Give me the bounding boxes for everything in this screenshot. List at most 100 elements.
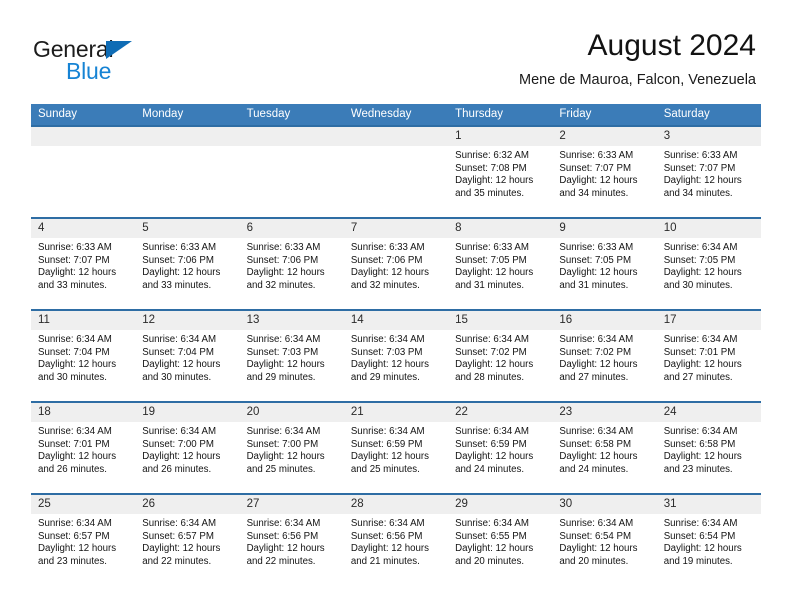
calendar-day-cell[interactable]: 11 Sunrise: 6:34 AM Sunset: 7:04 PM Dayligh…: [31, 311, 135, 401]
calendar-day-cell-empty: [344, 127, 448, 217]
day-number: 17: [663, 314, 677, 326]
sunrise-text: Sunrise: 6:34 AM: [246, 426, 321, 437]
general-blue-logo[interactable]: General Blue: [33, 38, 233, 84]
day-sun-info: Sunrise: 6:34 AM Sunset: 7:03 PM Daylight:…: [247, 334, 338, 384]
day-sun-info: Sunrise: 6:33 AM Sunset: 7:06 PM Daylight:…: [351, 242, 442, 292]
weekday-header-tuesday: Tuesday: [246, 108, 291, 120]
sunset-text: Sunset: 7:02 PM: [455, 346, 527, 358]
sunset-text: Sunset: 7:03 PM: [246, 346, 319, 358]
sunrise-text: Sunrise: 6:34 AM: [455, 334, 529, 345]
calendar-day-cell[interactable]: 20 Sunrise: 6:34 AM Sunset: 7:00 PM Dayligh…: [240, 403, 344, 493]
calendar-day-cell[interactable]: 30 Sunrise: 6:34 AM Sunset: 6:54 PM Dayligh…: [552, 495, 656, 585]
day-number: 3: [663, 130, 671, 142]
sunset-text: Sunset: 7:07 PM: [663, 162, 736, 174]
day-sun-info: Sunrise: 6:34 AM Sunset: 6:56 PM Daylight:…: [351, 518, 442, 568]
day-number: [142, 127, 233, 146]
daylight-text: Daylight: 12 hours and 33 minutes.: [38, 267, 117, 291]
day-number: 6: [246, 222, 253, 234]
sunset-text: Sunset: 7:02 PM: [559, 346, 632, 358]
sunrise-text: Sunrise: 6:33 AM: [455, 242, 529, 253]
calendar-day-cell[interactable]: 5 Sunrise: 6:33 AM Sunset: 7:06 PM Daylight…: [135, 219, 239, 309]
calendar-day-cell[interactable]: 28 Sunrise: 6:34 AM Sunset: 6:56 PM Dayligh…: [344, 495, 448, 585]
calendar-day-cell[interactable]: 15 Sunrise: 6:34 AM Sunset: 7:02 PM Dayligh…: [448, 311, 552, 401]
logo-triangle-icon: [106, 41, 132, 59]
day-number: 28: [350, 498, 364, 510]
daylight-text: Daylight: 12 hours and 29 minutes.: [350, 359, 429, 383]
sunrise-text: Sunrise: 6:34 AM: [559, 334, 634, 345]
calendar-day-cell[interactable]: 31 Sunrise: 6:34 AM Sunset: 6:54 PM Dayligh…: [657, 495, 761, 585]
sunrise-text: Sunrise: 6:34 AM: [663, 426, 738, 437]
weekday-header-row: Sunday Monday Tuesday Wednesday Thursday…: [31, 104, 761, 125]
sunrise-text: Sunrise: 6:34 AM: [38, 518, 112, 529]
weekday-header-thursday: Thursday: [455, 108, 504, 120]
day-sun-info: Sunrise: 6:34 AM Sunset: 6:56 PM Daylight:…: [247, 518, 338, 568]
daylight-text: Daylight: 12 hours and 24 minutes.: [455, 451, 534, 475]
day-sun-info: Sunrise: 6:33 AM Sunset: 7:06 PM Daylight:…: [247, 242, 338, 292]
calendar-day-cell[interactable]: 2 Sunrise: 6:33 AM Sunset: 7:07 PM Daylight…: [552, 127, 656, 217]
sunset-text: Sunset: 7:00 PM: [246, 438, 319, 450]
day-number: 16: [559, 314, 573, 326]
calendar-day-cell[interactable]: 19 Sunrise: 6:34 AM Sunset: 7:00 PM Dayligh…: [135, 403, 239, 493]
sunset-text: Sunset: 7:04 PM: [38, 346, 110, 358]
sunset-text: Sunset: 7:05 PM: [559, 254, 632, 266]
calendar-day-cell[interactable]: 18 Sunrise: 6:34 AM Sunset: 7:01 PM Dayligh…: [31, 403, 135, 493]
day-number: 18: [38, 406, 51, 418]
day-number: 25: [38, 498, 51, 510]
calendar-day-cell[interactable]: 14 Sunrise: 6:34 AM Sunset: 7:03 PM Dayligh…: [344, 311, 448, 401]
sunrise-text: Sunrise: 6:34 AM: [350, 334, 425, 345]
weekday-header-monday: Monday: [142, 108, 184, 120]
calendar-day-cell[interactable]: 7 Sunrise: 6:33 AM Sunset: 7:06 PM Daylight…: [344, 219, 448, 309]
sunrise-text: Sunrise: 6:33 AM: [38, 242, 112, 253]
daylight-text: Daylight: 12 hours and 24 minutes.: [559, 451, 638, 475]
sunset-text: Sunset: 7:07 PM: [559, 162, 632, 174]
calendar-day-cell[interactable]: 26 Sunrise: 6:34 AM Sunset: 6:57 PM Dayligh…: [135, 495, 239, 585]
day-sun-info: Sunrise: 6:34 AM Sunset: 7:00 PM Daylight:…: [247, 426, 338, 476]
calendar-day-cell[interactable]: 27 Sunrise: 6:34 AM Sunset: 6:56 PM Dayligh…: [240, 495, 344, 585]
daylight-text: Daylight: 12 hours and 25 minutes.: [350, 451, 429, 475]
calendar-day-cell[interactable]: 4 Sunrise: 6:33 AM Sunset: 7:07 PM Daylight…: [31, 219, 135, 309]
calendar-day-cell[interactable]: 22 Sunrise: 6:34 AM Sunset: 6:59 PM Dayligh…: [448, 403, 552, 493]
location-subtitle: Mene de Mauroa, Falcon, Venezuela: [519, 72, 756, 88]
day-number: 12: [142, 314, 156, 326]
calendar-day-cell[interactable]: 16 Sunrise: 6:34 AM Sunset: 7:02 PM Dayligh…: [552, 311, 656, 401]
calendar-day-cell[interactable]: 29 Sunrise: 6:34 AM Sunset: 6:55 PM Dayligh…: [448, 495, 552, 585]
calendar-day-cell[interactable]: 3 Sunrise: 6:33 AM Sunset: 7:07 PM Daylight…: [657, 127, 761, 217]
page-header: General Blue August 2024 Mene de Mauroa,…: [0, 0, 792, 100]
calendar-day-cell[interactable]: 23 Sunrise: 6:34 AM Sunset: 6:58 PM Dayligh…: [552, 403, 656, 493]
calendar-day-cell[interactable]: 24 Sunrise: 6:34 AM Sunset: 6:58 PM Dayligh…: [657, 403, 761, 493]
calendar-day-cell[interactable]: 8 Sunrise: 6:33 AM Sunset: 7:05 PM Daylight…: [448, 219, 552, 309]
sunset-text: Sunset: 6:58 PM: [559, 438, 632, 450]
calendar-day-cell[interactable]: 10 Sunrise: 6:34 AM Sunset: 7:05 PM Dayligh…: [657, 219, 761, 309]
sunset-text: Sunset: 6:57 PM: [142, 530, 214, 542]
day-number: 30: [559, 498, 573, 510]
calendar-day-cell[interactable]: 6 Sunrise: 6:33 AM Sunset: 7:06 PM Daylight…: [240, 219, 344, 309]
daylight-text: Daylight: 12 hours and 30 minutes.: [663, 267, 742, 291]
calendar-day-cell[interactable]: 12 Sunrise: 6:34 AM Sunset: 7:04 PM Dayligh…: [135, 311, 239, 401]
day-sun-info: Sunrise: 6:33 AM Sunset: 7:05 PM Daylight:…: [455, 242, 546, 292]
sunrise-text: Sunrise: 6:34 AM: [663, 334, 738, 345]
sunrise-text: Sunrise: 6:33 AM: [246, 242, 321, 253]
sunset-text: Sunset: 7:03 PM: [350, 346, 423, 358]
sunset-text: Sunset: 7:08 PM: [455, 162, 527, 174]
day-number: 13: [246, 314, 260, 326]
day-sun-info: Sunrise: 6:34 AM Sunset: 7:04 PM Daylight:…: [142, 334, 233, 384]
day-number: [351, 127, 442, 146]
day-sun-info: Sunrise: 6:34 AM Sunset: 7:05 PM Daylight:…: [664, 242, 755, 292]
calendar-day-cell[interactable]: 9 Sunrise: 6:33 AM Sunset: 7:05 PM Daylight…: [552, 219, 656, 309]
sunrise-text: Sunrise: 6:33 AM: [663, 150, 738, 161]
calendar-day-cell[interactable]: 25 Sunrise: 6:34 AM Sunset: 6:57 PM Dayligh…: [31, 495, 135, 585]
calendar-day-cell[interactable]: 21 Sunrise: 6:34 AM Sunset: 6:59 PM Dayligh…: [344, 403, 448, 493]
sunrise-text: Sunrise: 6:34 AM: [559, 518, 634, 529]
sunrise-text: Sunrise: 6:34 AM: [559, 426, 634, 437]
sunset-text: Sunset: 6:55 PM: [455, 530, 527, 542]
daylight-text: Daylight: 12 hours and 25 minutes.: [246, 451, 325, 475]
day-number: [38, 127, 129, 146]
day-number: 9: [559, 222, 566, 234]
weekday-header-friday: Friday: [559, 108, 592, 120]
calendar-day-cell[interactable]: 1 Sunrise: 6:32 AM Sunset: 7:08 PM Daylight…: [448, 127, 552, 217]
calendar-day-cell[interactable]: 17 Sunrise: 6:34 AM Sunset: 7:01 PM Dayligh…: [657, 311, 761, 401]
day-number: 27: [246, 498, 260, 510]
sunrise-text: Sunrise: 6:34 AM: [246, 518, 321, 529]
sunrise-text: Sunrise: 6:33 AM: [559, 150, 634, 161]
calendar-day-cell[interactable]: 13 Sunrise: 6:34 AM Sunset: 7:03 PM Dayligh…: [240, 311, 344, 401]
